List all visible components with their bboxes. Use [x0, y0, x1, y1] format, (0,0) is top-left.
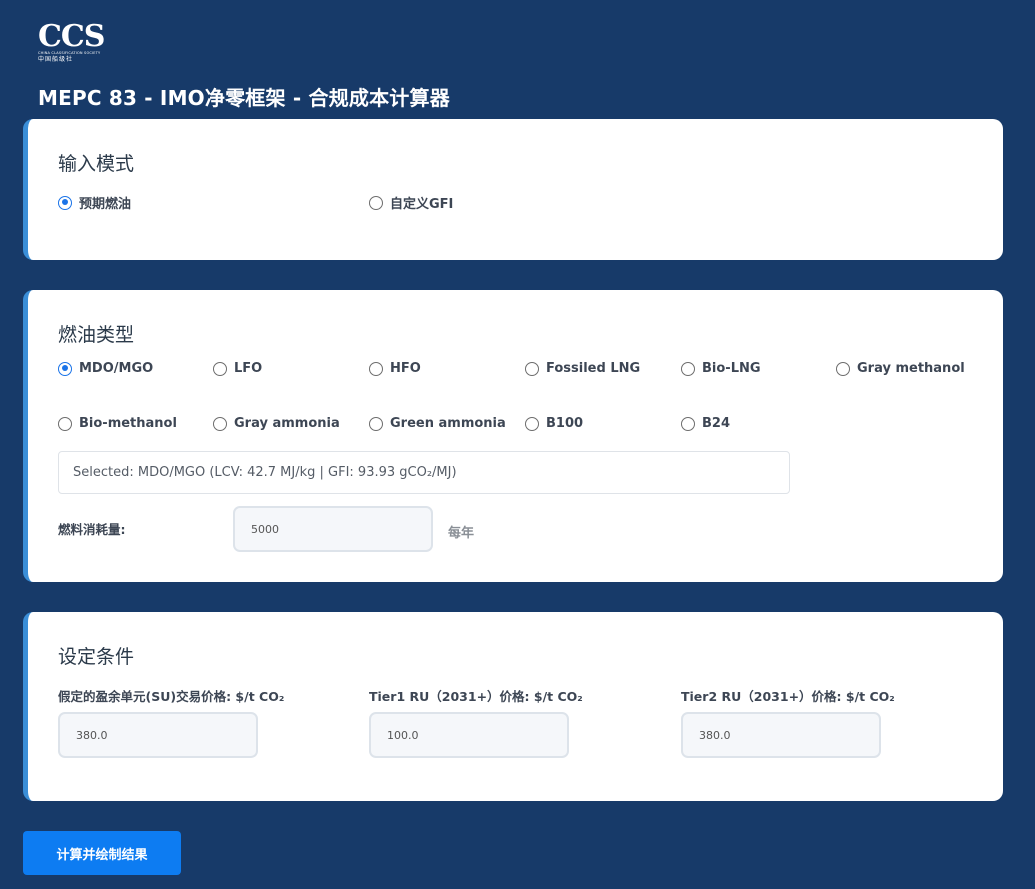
- radio-fuel-b100[interactable]: B100: [525, 416, 583, 431]
- radio-label: Gray methanol: [857, 361, 965, 376]
- radio-label: B24: [702, 416, 730, 431]
- radio-indicator[interactable]: [525, 361, 539, 376]
- tier2-price-label: Tier2 RU（2031+）价格: $/t CO₂: [681, 689, 895, 704]
- page: CCS CHINA CLASSIFICATION SOCIETY 中国船级社 M…: [0, 0, 1035, 889]
- logo-chinese: 中国船级社: [38, 56, 74, 63]
- radio-label: Gray ammonia: [234, 416, 340, 431]
- radio-label: LFO: [234, 361, 263, 376]
- page-title: MEPC 83 - IMO净零框架 - 合规成本计算器: [38, 86, 450, 110]
- logo-mark: CCS: [38, 19, 105, 54]
- su-price-label: 假定的盈余单元(SU)交易价格: $/t CO₂: [58, 689, 285, 704]
- tier1-price-label: Tier1 RU（2031+）价格: $/t CO₂: [369, 689, 583, 704]
- radio-fuel-bio-lng[interactable]: Bio-LNG: [681, 361, 761, 376]
- conditions-card: 设定条件 假定的盈余单元(SU)交易价格: $/t CO₂ Tier1 RU（2…: [23, 612, 1003, 801]
- calculate-button[interactable]: 计算并绘制结果: [23, 831, 181, 875]
- radio-indicator[interactable]: [369, 195, 383, 210]
- radio-label: B100: [546, 416, 584, 431]
- radio-fuel-mdo-mgo[interactable]: MDO/MGO: [58, 361, 153, 376]
- radio-fuel-hfo[interactable]: HFO: [369, 361, 421, 376]
- radio-custom-gfi[interactable]: 自定义GFI: [369, 193, 453, 212]
- radio-label: MDO/MGO: [79, 361, 154, 376]
- fuel-type-card: 燃油类型 MDO/MGO LFO HFO Fossiled LNG Bio-LN…: [23, 290, 1003, 582]
- radio-fuel-lfo[interactable]: LFO: [213, 361, 262, 376]
- radio-label: HFO: [390, 361, 421, 376]
- consumption-unit: 每年: [448, 526, 475, 541]
- radio-indicator[interactable]: [681, 361, 695, 376]
- radio-label: Green ammonia: [390, 416, 506, 431]
- radio-indicator[interactable]: [213, 361, 227, 376]
- radio-indicator[interactable]: [836, 361, 850, 376]
- input-mode-card: 输入模式 预期燃油 自定义GFI: [23, 119, 1003, 260]
- radio-indicator[interactable]: [369, 416, 383, 431]
- radio-indicator[interactable]: [213, 416, 227, 431]
- radio-fuel-gray-ammonia[interactable]: Gray ammonia: [213, 416, 340, 431]
- radio-indicator[interactable]: [58, 361, 72, 376]
- radio-fuel-fossiled-lng[interactable]: Fossiled LNG: [525, 361, 640, 376]
- radio-fuel-bio-methanol[interactable]: Bio-methanol: [58, 416, 177, 431]
- radio-fuel-gray-methanol[interactable]: Gray methanol: [836, 361, 965, 376]
- tier1-price-input[interactable]: [369, 712, 569, 758]
- ccs-logo: CCS CHINA CLASSIFICATION SOCIETY 中国船级社: [38, 19, 105, 66]
- consumption-input[interactable]: [233, 506, 433, 552]
- radio-expected-fuel[interactable]: 预期燃油: [58, 193, 131, 212]
- tier2-price-input[interactable]: [681, 712, 881, 758]
- radio-label: Bio-LNG: [702, 361, 761, 376]
- radio-indicator[interactable]: [681, 416, 695, 431]
- radio-indicator[interactable]: [58, 416, 72, 431]
- radio-label: 自定义GFI: [390, 197, 454, 212]
- input-mode-title: 输入模式: [58, 153, 135, 175]
- radio-indicator[interactable]: [58, 195, 72, 210]
- radio-indicator[interactable]: [525, 416, 539, 431]
- radio-label: Bio-methanol: [79, 416, 177, 431]
- radio-fuel-green-ammonia[interactable]: Green ammonia: [369, 416, 506, 431]
- radio-fuel-b24[interactable]: B24: [681, 416, 730, 431]
- su-price-input[interactable]: [58, 712, 258, 758]
- radio-label: Fossiled LNG: [546, 361, 641, 376]
- selected-fuel-info: Selected: MDO/MGO (LCV: 42.7 MJ/kg | GFI…: [58, 451, 790, 494]
- radio-indicator[interactable]: [369, 361, 383, 376]
- consumption-label: 燃料消耗量:: [58, 522, 126, 537]
- fuel-type-title: 燃油类型: [58, 324, 135, 346]
- radio-label: 预期燃油: [79, 197, 132, 212]
- conditions-title: 设定条件: [58, 646, 135, 668]
